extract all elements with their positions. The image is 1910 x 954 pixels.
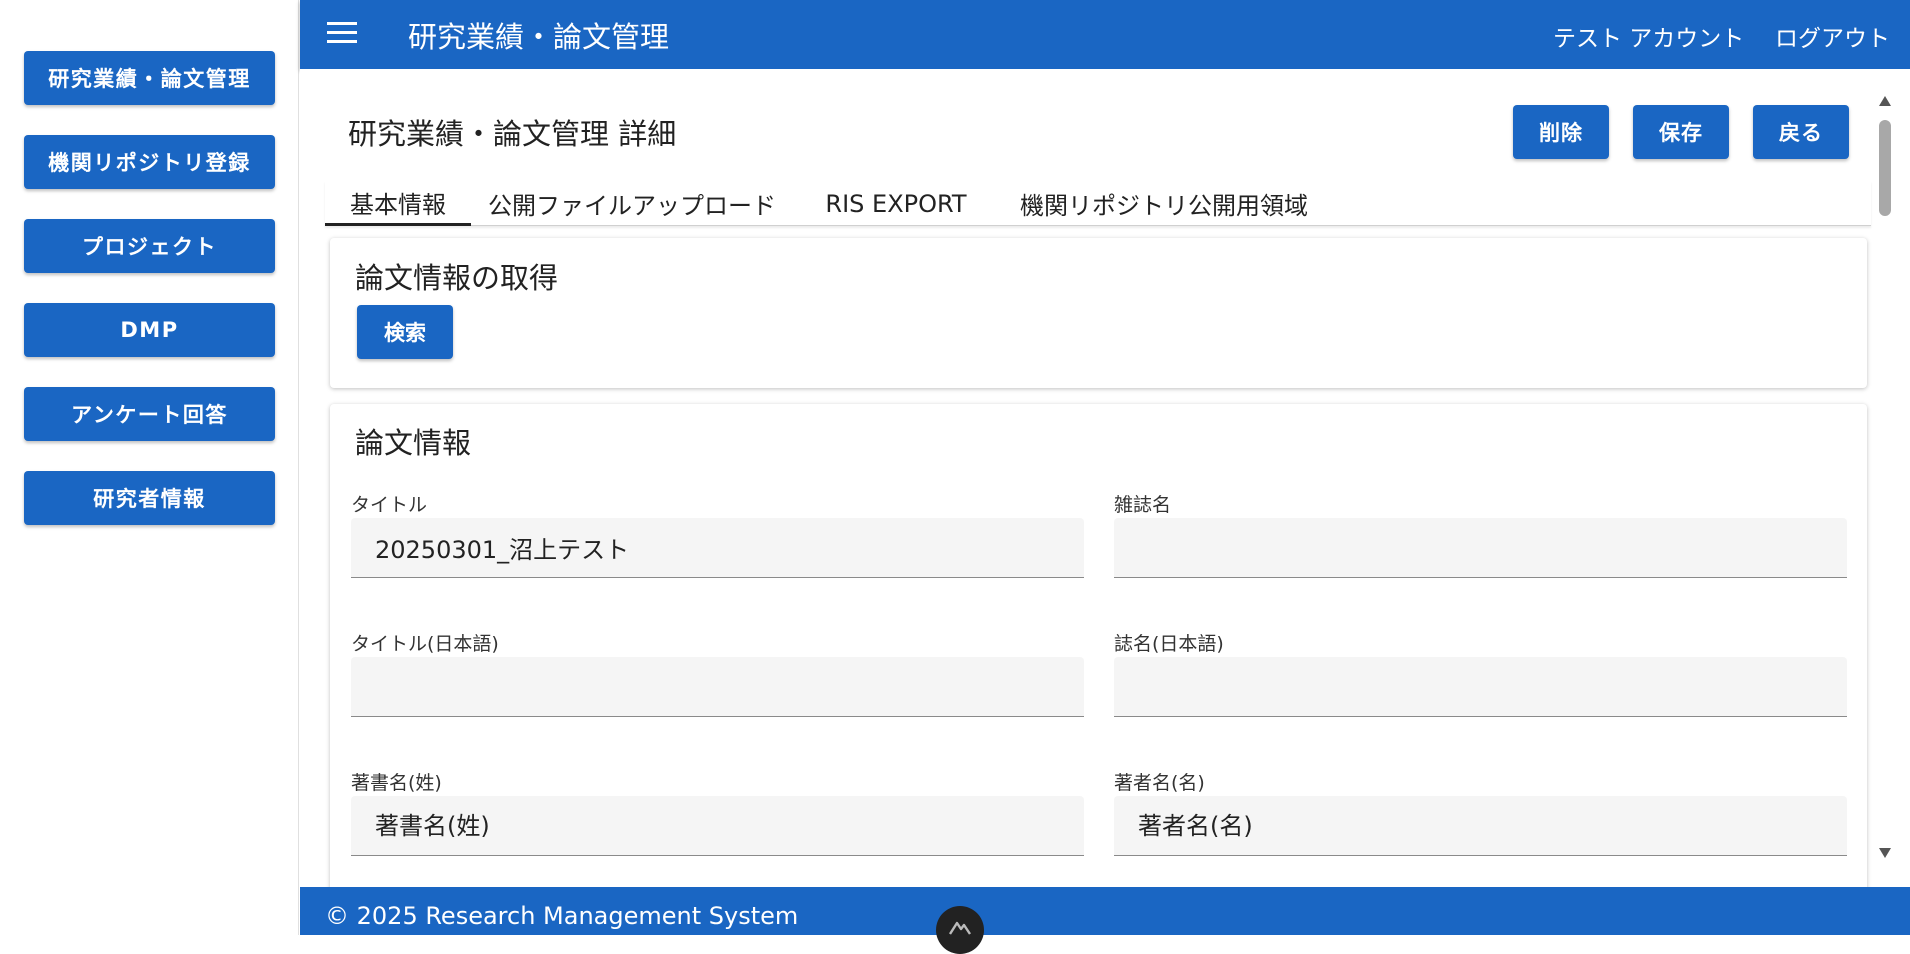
sidebar-item-dmp[interactable]: DMP (24, 303, 275, 357)
author-first-field[interactable] (1114, 796, 1847, 856)
sidebar-item-survey[interactable]: アンケート回答 (24, 387, 275, 441)
save-button[interactable]: 保存 (1633, 105, 1729, 159)
journal-ja-field[interactable] (1114, 657, 1847, 717)
tab-repository-public-area[interactable]: 機関リポジトリ公開用領域 (999, 181, 1329, 226)
journal-label: 雑誌名 (1114, 494, 1172, 516)
search-button[interactable]: 検索 (357, 305, 453, 359)
logout-link[interactable]: ログアウト (1775, 19, 1890, 53)
main-content: 研究業績・論文管理 詳細 削除 保存 戻る 基本情報 公開ファイルアップロード … (300, 69, 1910, 904)
sidebar-item-researcher-info[interactable]: 研究者情報 (24, 471, 275, 525)
scroll-down-arrow-icon[interactable] (1879, 848, 1891, 858)
sidebar: 研究業績・論文管理 機関リポジトリ登録 プロジェクト DMP アンケート回答 研… (0, 0, 299, 935)
tab-ris-export[interactable]: RIS EXPORT (793, 181, 999, 226)
title-ja-label: タイトル(日本語) (351, 633, 499, 655)
scroll-thumb[interactable] (1879, 120, 1891, 216)
vertical-scrollbar[interactable] (1877, 96, 1893, 858)
hamburger-menu-icon[interactable] (327, 22, 357, 44)
app-bar: 研究業績・論文管理 テスト アカウント ログアウト (300, 0, 1910, 69)
paper-info-card: 論文情報 タイトル 雑誌名 タイトル(日本語) 誌名(日本語) 著書名(姓) 著… (330, 404, 1867, 904)
fetch-card-title: 論文情報の取得 (355, 261, 559, 295)
journal-ja-label: 誌名(日本語) (1114, 633, 1224, 655)
footer-copyright: © 2025 Research Management System (325, 902, 799, 930)
sidebar-item-project[interactable]: プロジェクト (24, 219, 275, 273)
author-first-label: 著者名(名) (1114, 772, 1205, 794)
author-last-label: 著書名(姓) (351, 772, 442, 794)
tab-bar: 基本情報 公開ファイルアップロード RIS EXPORT 機関リポジトリ公開用領… (325, 181, 1871, 226)
title-field[interactable] (351, 518, 1084, 578)
mountain-logo-icon[interactable] (936, 906, 984, 954)
sidebar-item-repository-registration[interactable]: 機関リポジトリ登録 (24, 135, 275, 189)
delete-button[interactable]: 削除 (1513, 105, 1609, 159)
author-last-field[interactable] (351, 796, 1084, 856)
tab-file-upload[interactable]: 公開ファイルアップロード (471, 181, 793, 226)
app-title: 研究業績・論文管理 (408, 20, 670, 54)
journal-field[interactable] (1114, 518, 1847, 578)
page-title: 研究業績・論文管理 詳細 (348, 117, 677, 151)
tab-basic-info[interactable]: 基本情報 (325, 181, 471, 226)
info-card-title: 論文情報 (355, 426, 472, 460)
scroll-up-arrow-icon[interactable] (1879, 96, 1891, 106)
back-button[interactable]: 戻る (1753, 105, 1849, 159)
sidebar-item-research-papers[interactable]: 研究業績・論文管理 (24, 51, 275, 105)
title-label: タイトル (351, 494, 428, 516)
title-ja-field[interactable] (351, 657, 1084, 717)
fetch-paper-card: 論文情報の取得 検索 (330, 238, 1867, 388)
user-account-link[interactable]: テスト アカウント (1553, 19, 1744, 53)
footer: © 2025 Research Management System (300, 887, 1910, 954)
